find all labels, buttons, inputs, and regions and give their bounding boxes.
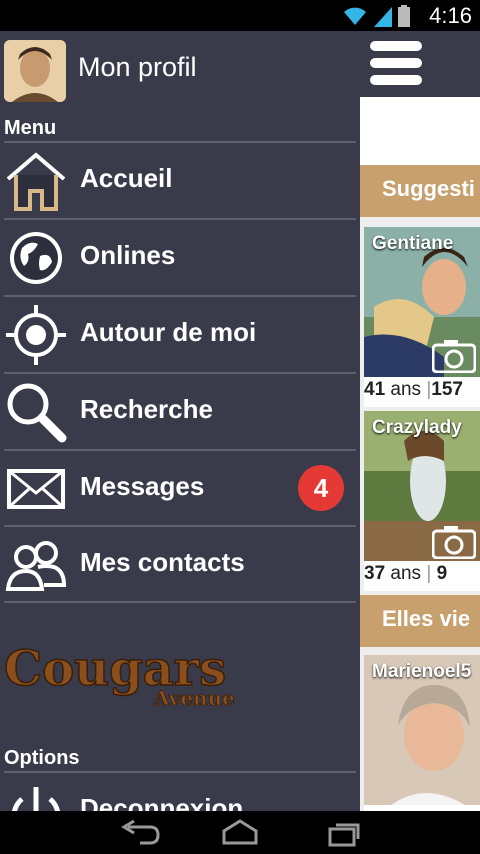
menu-item-accueil[interactable]: Accueil (0, 143, 356, 219)
profile-card[interactable]: Gentiane 41 ans |157 (364, 227, 480, 407)
menu-item-messages[interactable]: Messages 4 (0, 451, 356, 527)
profile-card[interactable]: Marienoel5 (364, 655, 480, 811)
recent-apps-icon[interactable] (314, 817, 374, 849)
menu-item-deconnexion[interactable]: Deconnexion (0, 773, 356, 811)
menu-item-label: Messages (80, 471, 205, 501)
action-bar (360, 31, 480, 97)
age-value: 41 (364, 379, 386, 400)
battery-icon (398, 5, 410, 27)
profile-name: Crazylady (372, 417, 462, 438)
contacts-icon (5, 541, 67, 591)
menu-item-onlines[interactable]: Onlines (0, 220, 356, 296)
section-title: Elles vie (382, 606, 471, 631)
avatar (4, 40, 66, 102)
home-icon (6, 152, 66, 211)
svg-text:Avenue: Avenue (153, 686, 235, 709)
age-value: 37 (364, 563, 386, 584)
divider (4, 601, 356, 603)
menu-item-label: Recherche (80, 394, 213, 424)
profile-stats: 41 ans |157 (364, 379, 480, 407)
camera-icon (432, 526, 476, 559)
menu-item-label: Deconnexion (80, 793, 244, 811)
navigation-drawer: Mon profil Menu Accueil Onlines Autour d… (0, 31, 360, 811)
profile-name: Marienoel5 (372, 661, 472, 682)
menu-title: Menu (4, 117, 57, 139)
menu-hamburger-icon[interactable] (370, 41, 422, 87)
camera-icon (432, 340, 476, 373)
status-bar: 4:16 (0, 0, 480, 31)
age-unit: ans (390, 563, 422, 584)
globe-icon (10, 232, 62, 284)
profile-card[interactable]: Crazylady 37 ans | 9 (364, 411, 480, 591)
profile-row[interactable]: Mon profil (0, 31, 360, 107)
age-unit: ans (390, 379, 422, 400)
unread-badge: 4 (298, 465, 344, 511)
section-header-suggestions: Suggesti (360, 165, 480, 217)
magnifier-icon (7, 383, 67, 443)
status-time: 4:16 (429, 3, 472, 28)
menu-item-label: Onlines (80, 240, 176, 270)
extra-value: 9 (436, 563, 448, 584)
menu-item-mes-contacts[interactable]: Mes contacts (0, 527, 356, 603)
menu-item-label: Autour de moi (80, 317, 257, 347)
profile-name: Mon profil (78, 52, 197, 82)
menu-item-label: Mes contacts (80, 547, 245, 577)
menu-item-autour-de-moi[interactable]: Autour de moi (0, 297, 356, 373)
location-target-icon (6, 305, 66, 365)
envelope-icon (7, 469, 65, 509)
profile-stats: 37 ans | 9 (364, 563, 480, 591)
profile-name: Gentiane (372, 233, 454, 254)
system-nav-bar (0, 811, 480, 854)
back-icon[interactable] (110, 817, 170, 849)
signal-icon (374, 7, 392, 27)
options-title: Options (4, 747, 80, 769)
cougars-avenue-logo: Cougars Avenue (4, 640, 235, 709)
extra-value: 157 (431, 379, 463, 400)
power-icon (12, 787, 60, 811)
section-title: Suggesti (382, 176, 475, 201)
status-icons (342, 5, 410, 27)
home-nav-icon[interactable] (210, 817, 270, 849)
main-content: Suggesti Gentiane 41 ans |157 Crazylady … (360, 31, 480, 811)
wifi-icon (344, 7, 366, 25)
menu-item-label: Accueil (80, 163, 173, 193)
header-area (360, 97, 480, 165)
section-header-elles-viennent: Elles vie (360, 595, 480, 647)
menu-item-recherche[interactable]: Recherche (0, 374, 356, 450)
